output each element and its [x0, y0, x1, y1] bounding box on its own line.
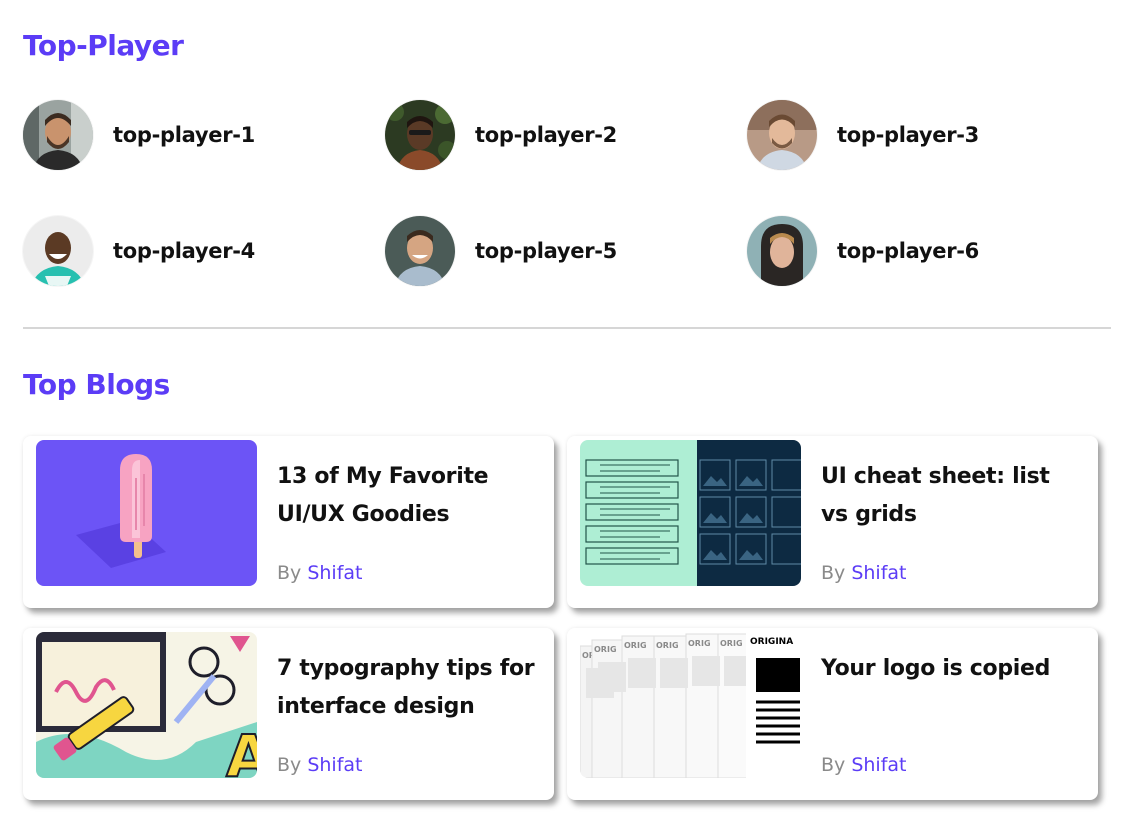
blog-byline: By Shifat [821, 754, 907, 776]
player-item[interactable]: top-player-1 [23, 99, 255, 171]
top-player-heading: Top-Player [23, 29, 184, 62]
blog-byline: By Shifat [821, 562, 907, 584]
blog-card[interactable]: 13 of My Favorite UI/UX Goodies By Shifa… [23, 436, 554, 608]
player-item[interactable]: top-player-3 [747, 99, 979, 171]
by-label: By [277, 754, 302, 776]
avatar[interactable] [385, 100, 455, 170]
page: Top-Player top-player-1 top-player-2 top… [0, 0, 1122, 817]
author-link[interactable]: Shifat [851, 754, 906, 776]
logo-text-small: ORIG [656, 641, 679, 650]
logo-text-small: ORIG [624, 641, 647, 650]
logo-text: ORIGINA [750, 637, 793, 647]
blog-thumbnail-popsicle[interactable] [36, 440, 257, 586]
avatar[interactable] [23, 216, 93, 286]
blog-card[interactable]: UI cheat sheet: list vs grids By Shifat [567, 436, 1098, 608]
blog-thumbnail-logo-copied[interactable]: ORIG ORIG ORIG ORIG ORIG ORIGINA [580, 632, 801, 778]
player-item[interactable]: top-player-2 [385, 99, 617, 171]
section-divider [23, 327, 1111, 329]
by-label: By [821, 562, 846, 584]
blog-title[interactable]: UI cheat sheet: list vs grids [821, 458, 1081, 534]
player-name[interactable]: top-player-3 [837, 123, 979, 147]
author-link[interactable]: Shifat [307, 754, 362, 776]
player-name[interactable]: top-player-4 [113, 239, 255, 263]
blog-byline: By Shifat [277, 754, 363, 776]
blog-byline: By Shifat [277, 562, 363, 584]
top-blogs-heading: Top Blogs [23, 368, 170, 401]
svg-text:A: A [226, 722, 257, 778]
blog-title[interactable]: Your logo is copied [821, 650, 1081, 688]
blog-thumbnail-list-vs-grid[interactable] [580, 440, 801, 586]
blog-title[interactable]: 7 typography tips for interface design [277, 650, 537, 726]
player-item[interactable]: top-player-6 [747, 215, 979, 287]
player-item[interactable]: top-player-4 [23, 215, 255, 287]
avatar[interactable] [23, 100, 93, 170]
blog-title[interactable]: 13 of My Favorite UI/UX Goodies [277, 458, 537, 534]
blog-thumbnail-typography[interactable]: A [36, 632, 257, 778]
player-name[interactable]: top-player-5 [475, 239, 617, 263]
author-link[interactable]: Shifat [307, 562, 362, 584]
player-name[interactable]: top-player-2 [475, 123, 617, 147]
author-link[interactable]: Shifat [851, 562, 906, 584]
avatar[interactable] [385, 216, 455, 286]
player-name[interactable]: top-player-6 [837, 239, 979, 263]
logo-text-small: ORIG [688, 639, 711, 648]
logo-text-small: ORIG [594, 645, 617, 654]
blog-card[interactable]: A 7 typography tips for interface design… [23, 628, 554, 800]
avatar[interactable] [747, 216, 817, 286]
by-label: By [277, 562, 302, 584]
avatar[interactable] [747, 100, 817, 170]
logo-text-small: ORIG [720, 639, 743, 648]
player-name[interactable]: top-player-1 [113, 123, 255, 147]
by-label: By [821, 754, 846, 776]
blog-card[interactable]: ORIG ORIG ORIG ORIG ORIG ORIGINA Your lo… [567, 628, 1098, 800]
player-item[interactable]: top-player-5 [385, 215, 617, 287]
